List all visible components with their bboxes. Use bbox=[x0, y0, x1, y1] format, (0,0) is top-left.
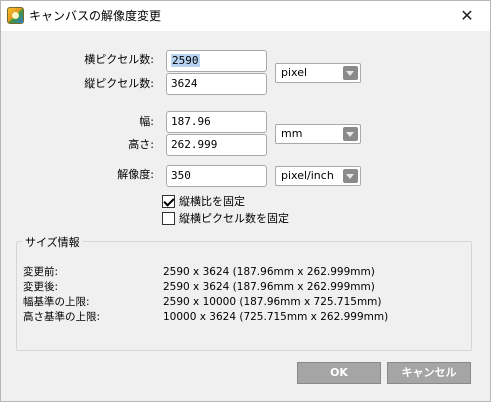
chevron-down-icon bbox=[343, 169, 358, 183]
resolution-label: 解像度: bbox=[117, 168, 154, 181]
close-button[interactable]: ✕ bbox=[444, 1, 490, 31]
size-height-input[interactable]: 262.999 bbox=[166, 134, 267, 156]
info-value-height-limit: 10000 x 3624 (725.715mm x 262.999mm) bbox=[163, 311, 389, 323]
size-width-input[interactable]: 187.96 bbox=[166, 111, 267, 133]
resolution-unit-select[interactable]: pixel/inch bbox=[275, 166, 361, 186]
pixel-width-label: 横ピクセル数: bbox=[84, 53, 154, 66]
pixel-width-input[interactable]: 2590 bbox=[166, 50, 267, 72]
pixel-width-value: 2590 bbox=[171, 54, 200, 67]
info-value-before: 2590 x 3624 (187.96mm x 262.999mm) bbox=[163, 266, 375, 278]
pixel-height-input[interactable]: 3624 bbox=[166, 73, 267, 95]
info-label-before: 変更前: bbox=[23, 266, 59, 278]
info-label-height-limit: 高さ基準の上限: bbox=[23, 311, 101, 323]
size-info-title: サイズ情報 bbox=[22, 237, 83, 249]
size-width-label: 幅: bbox=[139, 115, 154, 128]
chevron-down-icon bbox=[343, 66, 358, 80]
pixel-unit-value: pixel bbox=[281, 66, 308, 79]
title-bar[interactable]: キャンバスの解像度変更 ✕ bbox=[1, 1, 490, 31]
info-value-after: 2590 x 3624 (187.96mm x 262.999mm) bbox=[163, 281, 375, 293]
info-label-width-limit: 幅基準の上限: bbox=[23, 296, 90, 308]
chevron-down-icon bbox=[343, 127, 358, 141]
dialog-title: キャンバスの解像度変更 bbox=[29, 9, 162, 23]
info-value-width-limit: 2590 x 10000 (187.96mm x 725.715mm) bbox=[163, 296, 382, 308]
lock-pixels-label[interactable]: 縦横ピクセル数を固定 bbox=[179, 212, 289, 226]
lock-ratio-checkbox[interactable] bbox=[162, 195, 175, 208]
resolution-unit-value: pixel/inch bbox=[281, 169, 334, 182]
pixel-height-label: 縦ピクセル数: bbox=[84, 77, 154, 90]
pixel-unit-select[interactable]: pixel bbox=[275, 63, 361, 83]
lock-pixels-checkbox[interactable] bbox=[162, 212, 175, 225]
size-unit-value: mm bbox=[281, 127, 303, 140]
resize-canvas-dialog: キャンバスの解像度変更 ✕ 横ピクセル数: 2590 縦ピクセル数: 3624 … bbox=[0, 0, 491, 402]
size-unit-select[interactable]: mm bbox=[275, 124, 361, 144]
size-height-label: 高さ: bbox=[128, 138, 154, 151]
lock-ratio-label[interactable]: 縦横比を固定 bbox=[179, 195, 245, 209]
cancel-button[interactable]: キャンセル bbox=[387, 362, 471, 384]
app-icon bbox=[7, 7, 24, 24]
info-label-after: 変更後: bbox=[23, 281, 59, 293]
ok-button[interactable]: OK bbox=[297, 362, 381, 384]
close-icon: ✕ bbox=[460, 6, 474, 25]
resolution-input[interactable]: 350 bbox=[166, 165, 267, 187]
